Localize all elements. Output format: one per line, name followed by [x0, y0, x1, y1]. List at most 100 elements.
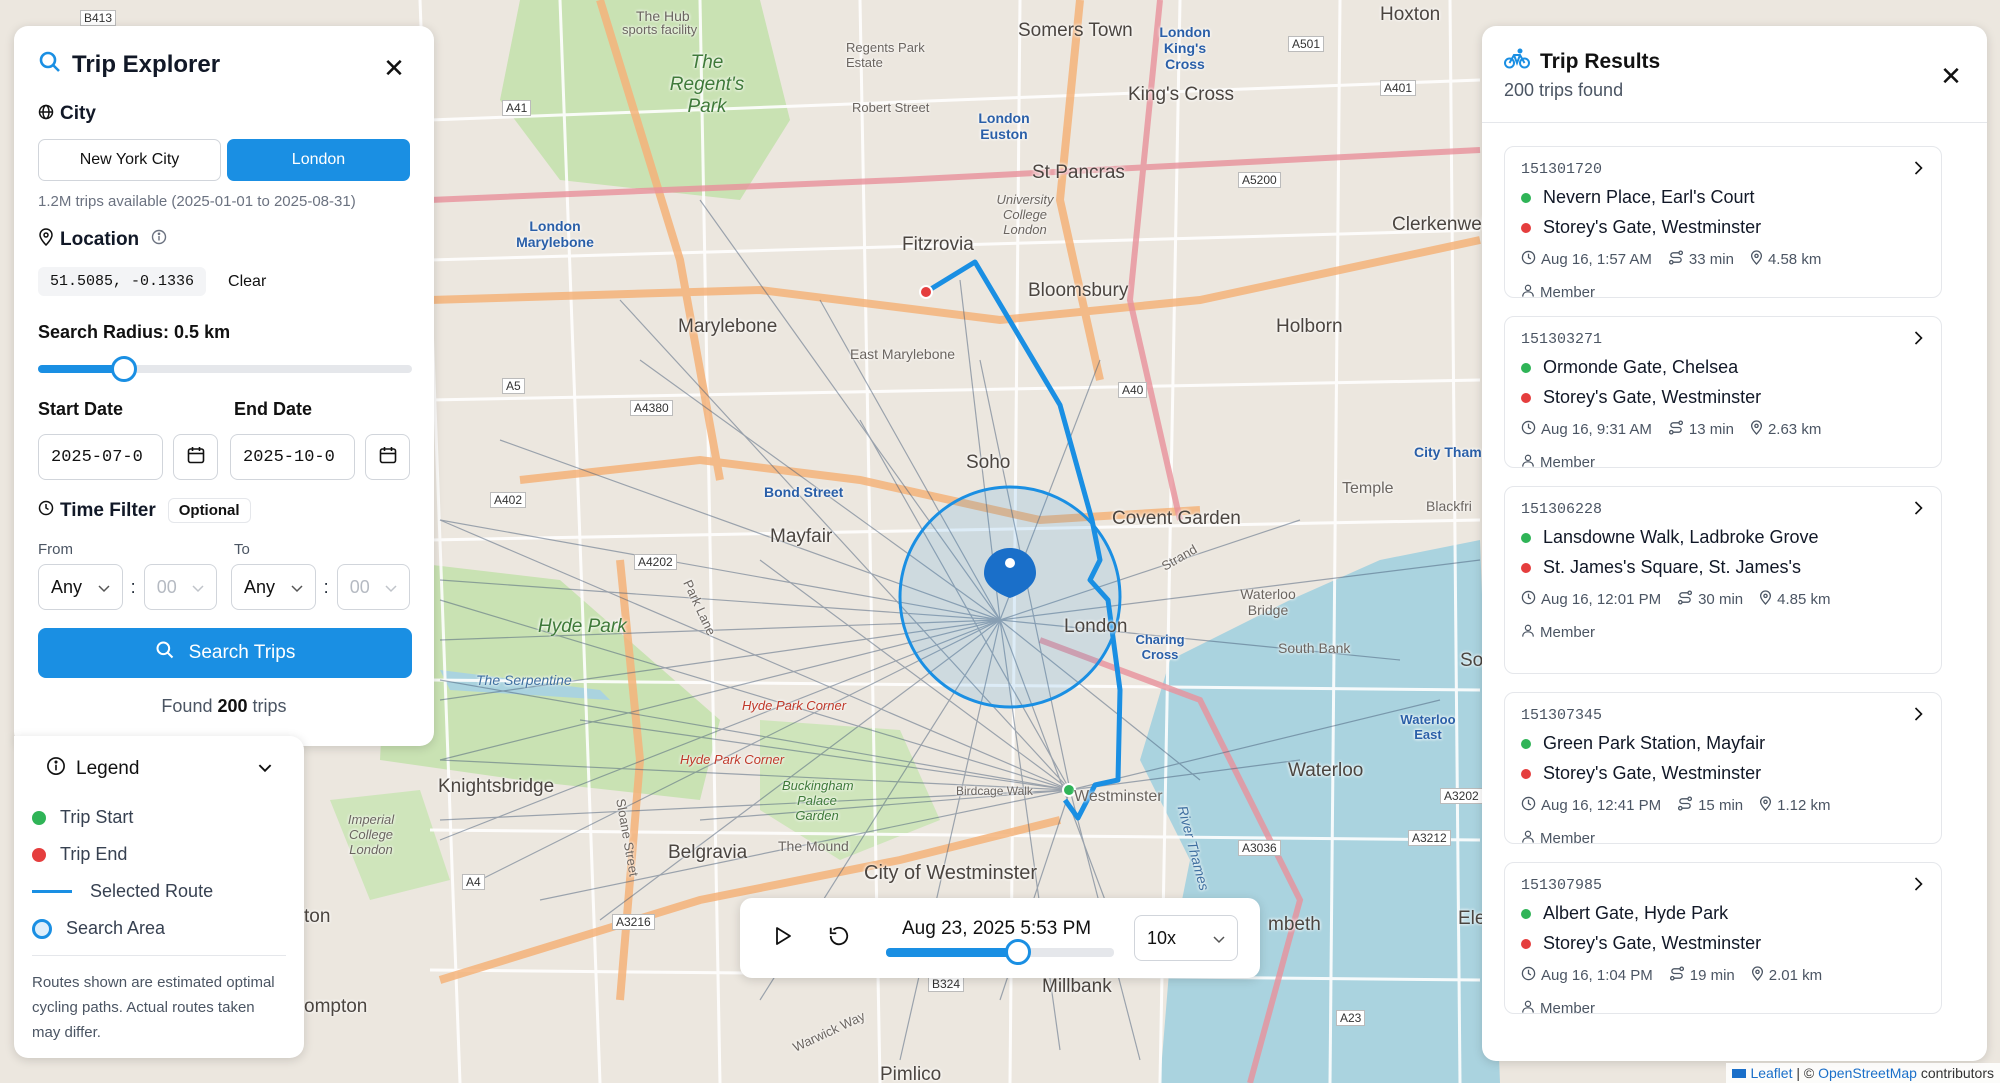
road-shield: A4 — [462, 874, 485, 890]
road-shield: A402 — [490, 492, 527, 508]
to-hour-select[interactable]: Any — [231, 564, 316, 610]
time-filter-section: Time Filter Optional — [38, 498, 410, 523]
map-label: London King's Cross — [1159, 24, 1211, 72]
from-hour-select[interactable]: Any — [38, 564, 123, 610]
attribution-suffix: contributors — [1920, 1065, 1994, 1081]
trip-time: Aug 16, 12:41 PM — [1521, 796, 1661, 815]
map-label: Knightsbridge — [438, 776, 555, 797]
map-label: King's Cross — [1128, 84, 1235, 105]
map-label: Holborn — [1276, 316, 1343, 337]
trip-duration-value: 30 min — [1698, 591, 1744, 608]
close-icon: ✕ — [383, 52, 405, 83]
close-icon: ✕ — [1940, 60, 1962, 91]
play-button[interactable] — [774, 926, 792, 951]
end-station-name: Storey's Gate, Westminster — [1543, 387, 1762, 407]
search-trips-button[interactable]: Search Trips — [38, 628, 412, 678]
start-date-label: Start Date — [38, 399, 124, 419]
from-hour-value: Any — [51, 576, 83, 597]
start-station-name: Ormonde Gate, Chelsea — [1543, 357, 1739, 377]
legend-item-label: Trip Start — [60, 807, 134, 827]
map-label: mbeth — [1268, 914, 1321, 935]
chevron-down-icon — [192, 577, 204, 598]
trip-distance-value: 2.63 km — [1767, 421, 1822, 438]
radius-slider-handle[interactable] — [111, 356, 137, 382]
legend-header[interactable]: Legend — [46, 756, 272, 781]
playback-controls: Aug 23, 2025 5:53 PM 10x — [740, 898, 1260, 978]
trip-card[interactable]: 151303271 Ormonde Gate, Chelsea Storey's G… — [1504, 316, 1942, 471]
playback-slider-fill — [886, 948, 1018, 957]
playback-slider[interactable] — [886, 939, 1114, 965]
clock-icon — [1521, 590, 1541, 609]
chevron-down-icon[interactable] — [258, 760, 272, 778]
map-label: Imperial College London — [347, 812, 395, 857]
end-date-input[interactable]: 2025-10-0 — [230, 434, 356, 480]
osm-link[interactable]: OpenStreetMap — [1818, 1065, 1917, 1081]
user-icon — [1521, 623, 1540, 642]
map-label: Covent Garden — [1112, 508, 1241, 529]
explorer-header: Trip Explorer — [38, 50, 410, 79]
trip-duration-value: 13 min — [1688, 421, 1734, 438]
trip-card[interactable]: 151307985 Albert Gate, Hyde Park Storey's … — [1504, 862, 1942, 1017]
start-date-picker-button[interactable] — [173, 434, 218, 480]
green-dot-icon — [1521, 908, 1531, 919]
trip-card[interactable]: 151306228 Lansdowne Walk, Ladbroke Grove S… — [1504, 486, 1942, 674]
chevron-right-icon[interactable] — [1914, 877, 1923, 896]
info-icon[interactable] — [151, 229, 167, 250]
leaflet-link[interactable]: Leaflet — [1750, 1065, 1792, 1081]
trip-meta: Aug 16, 9:31 AM 13 min 2.63 km Member — [1521, 420, 1925, 472]
end-date-picker-button[interactable] — [365, 434, 410, 480]
map-label: Waterloo East — [1400, 712, 1456, 742]
red-dot-icon — [1521, 562, 1531, 573]
trip-time-value: Aug 16, 12:01 PM — [1541, 591, 1662, 608]
road-shield: A401 — [1380, 80, 1417, 96]
legend-item-search-area: Search Area — [32, 910, 286, 947]
trip-distance: 2.63 km — [1750, 420, 1821, 439]
results-divider — [1482, 122, 1987, 123]
trip-duration-value: 15 min — [1698, 797, 1744, 814]
start-station-name: Nevern Place, Earl's Court — [1543, 187, 1755, 207]
end-station-name: St. James's Square, St. James's — [1543, 557, 1801, 577]
playback-slider-handle[interactable] — [1005, 939, 1031, 965]
green-dot-icon — [32, 810, 46, 825]
map-label: Fitzrovia — [902, 234, 974, 255]
close-results-button[interactable]: ✕ — [1937, 60, 1965, 91]
trip-card[interactable]: 151307345 Green Park Station, Mayfair Stor… — [1504, 692, 1942, 847]
end-station-name: Storey's Gate, Westminster — [1543, 933, 1762, 953]
chevron-right-icon[interactable] — [1914, 501, 1923, 520]
trip-card[interactable]: 151301720 Nevern Place, Earl's Court Store… — [1504, 146, 1942, 301]
map-label: University College London — [996, 192, 1054, 237]
speed-select[interactable]: 10x — [1134, 915, 1238, 961]
city-option-new-york[interactable]: New York City — [38, 139, 221, 181]
trip-user-type: Member — [1521, 453, 1595, 472]
reset-button[interactable] — [828, 925, 850, 952]
start-station-name: Albert Gate, Hyde Park — [1543, 903, 1729, 923]
start-date-input[interactable]: 2025-07-0 — [38, 434, 164, 480]
trip-time: Aug 16, 1:57 AM — [1521, 250, 1652, 269]
location-section: Location — [38, 228, 410, 251]
trip-end-station: St. James's Square, St. James's — [1521, 557, 1925, 578]
time-separator: : — [323, 576, 329, 597]
close-explorer-button[interactable]: ✕ — [380, 52, 408, 83]
chevron-right-icon[interactable] — [1914, 331, 1923, 350]
search-icon — [38, 50, 62, 79]
chevron-right-icon[interactable] — [1914, 707, 1923, 726]
legend-note: Routes shown are estimated optimal cycli… — [32, 955, 286, 1045]
trip-user-value: Member — [1540, 624, 1596, 641]
trip-duration: 19 min — [1669, 966, 1735, 985]
city-option-london[interactable]: London — [227, 139, 410, 181]
red-dot-icon — [1521, 938, 1531, 949]
to-minute-select[interactable]: 00 — [336, 564, 410, 610]
trip-id: 151307345 — [1521, 707, 1603, 724]
chevron-right-icon[interactable] — [1914, 161, 1923, 180]
radius-slider[interactable] — [38, 356, 412, 382]
road-shield: A3036 — [1238, 840, 1281, 856]
from-minute-select[interactable]: 00 — [143, 564, 217, 610]
map-label: London Euston — [978, 110, 1030, 142]
trip-user-value: Member — [1540, 830, 1596, 847]
time-selects: Any : 00 Any : 00 — [38, 564, 410, 610]
clear-location-button[interactable]: Clear — [228, 273, 266, 291]
map-label: Bond Street — [764, 484, 844, 500]
trip-user-type: Member — [1521, 999, 1595, 1018]
location-label: Location — [60, 228, 140, 250]
end-station-name: Storey's Gate, Westminster — [1543, 763, 1762, 783]
